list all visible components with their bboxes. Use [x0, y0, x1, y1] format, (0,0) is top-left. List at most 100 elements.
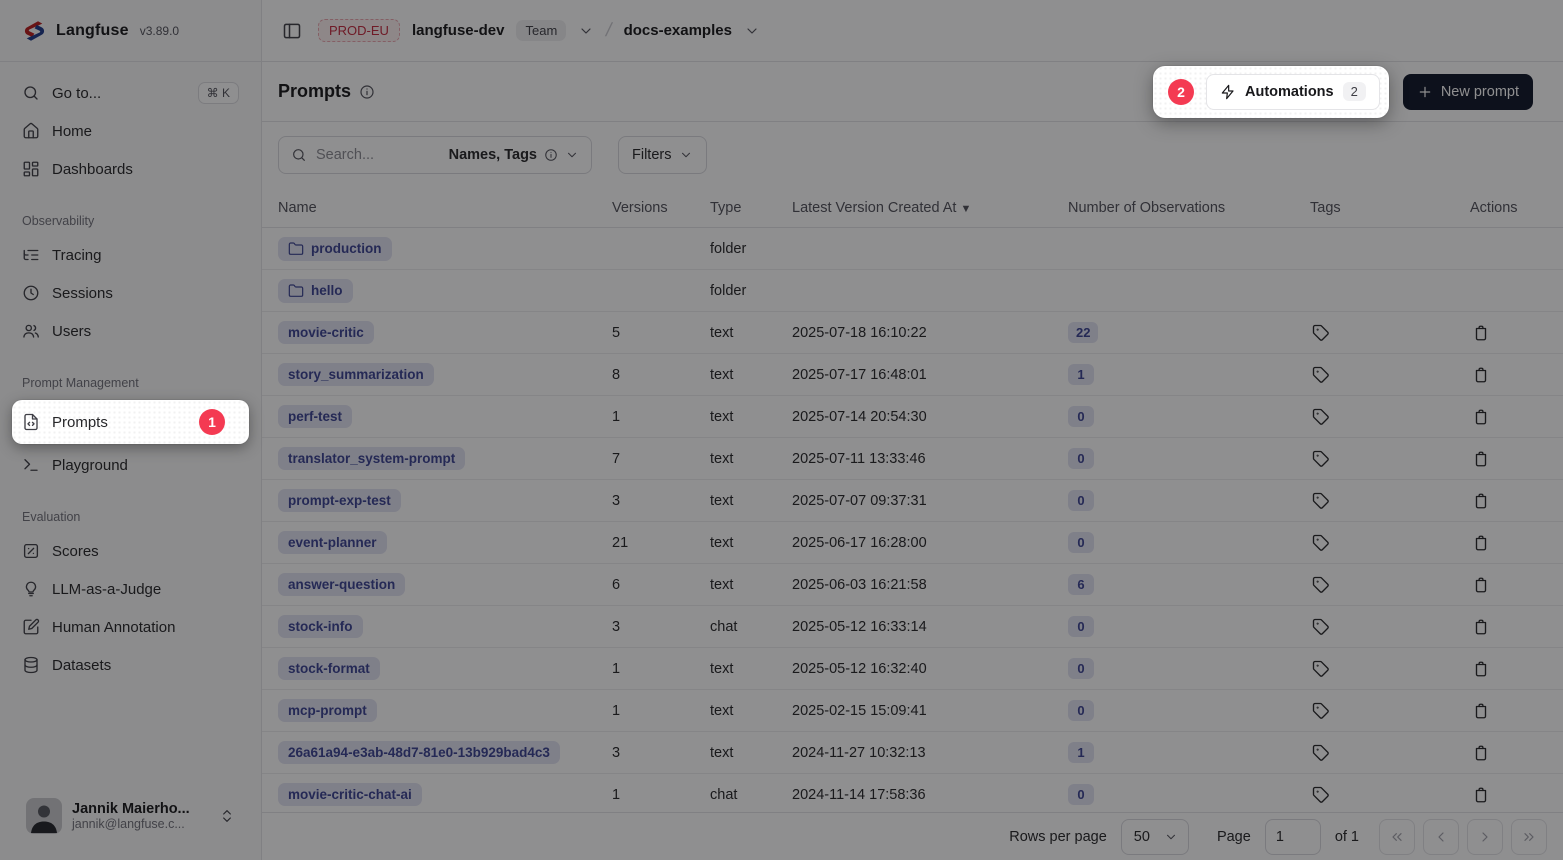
prompt-name-badge[interactable]: stock-format [278, 657, 380, 680]
next-page-button[interactable] [1467, 819, 1503, 855]
prompt-name-badge[interactable]: production [278, 237, 392, 261]
search-input[interactable] [316, 147, 440, 163]
table-row[interactable]: event-planner 21 text 2025-06-17 16:28:0… [262, 522, 1563, 564]
observations-count-badge[interactable]: 0 [1068, 658, 1094, 679]
table-row[interactable]: prompt-exp-test 3 text 2025-07-07 09:37:… [262, 480, 1563, 522]
observations-count-badge[interactable]: 0 [1068, 700, 1094, 721]
column-header-type[interactable]: Type [702, 200, 784, 216]
org-chevron-down-icon[interactable] [578, 23, 594, 39]
page-number-input[interactable] [1265, 819, 1321, 855]
table-row[interactable]: perf-test 1 text 2025-07-14 20:54:30 0 [262, 396, 1563, 438]
table-row[interactable]: translator_system-prompt 7 text 2025-07-… [262, 438, 1563, 480]
column-header-observations[interactable]: Number of Observations [1060, 200, 1302, 216]
add-tag-button[interactable] [1310, 532, 1332, 554]
delete-prompt-button[interactable] [1470, 700, 1492, 722]
observations-count-badge[interactable]: 1 [1068, 364, 1094, 385]
sidebar-item-prompts[interactable]: Prompts 1 [12, 400, 249, 444]
prompt-name-badge[interactable]: event-planner [278, 531, 387, 554]
delete-prompt-button[interactable] [1470, 742, 1492, 764]
add-tag-button[interactable] [1310, 406, 1332, 428]
sidebar-item-datasets[interactable]: Datasets [12, 646, 249, 684]
delete-prompt-button[interactable] [1470, 658, 1492, 680]
column-header-versions[interactable]: Versions [604, 200, 702, 216]
add-tag-button[interactable] [1310, 448, 1332, 470]
observations-count-badge[interactable]: 0 [1068, 784, 1094, 805]
table-row[interactable]: movie-critic-chat-ai 1 chat 2024-11-14 1… [262, 774, 1563, 812]
add-tag-button[interactable] [1310, 700, 1332, 722]
table-row[interactable]: stock-format 1 text 2025-05-12 16:32:40 … [262, 648, 1563, 690]
add-tag-button[interactable] [1310, 784, 1332, 806]
sidebar-item-dashboards[interactable]: Dashboards [12, 150, 249, 188]
prompt-name-badge[interactable]: hello [278, 279, 353, 303]
previous-page-button[interactable] [1423, 819, 1459, 855]
new-prompt-button[interactable]: New prompt [1403, 74, 1533, 110]
sidebar-item-playground[interactable]: Playground [12, 446, 249, 484]
first-page-button[interactable] [1379, 819, 1415, 855]
prompt-name-badge[interactable]: perf-test [278, 405, 352, 428]
add-tag-button[interactable] [1310, 742, 1332, 764]
observations-count-badge[interactable]: 1 [1068, 742, 1094, 763]
column-header-name[interactable]: Name [270, 200, 604, 216]
add-tag-button[interactable] [1310, 364, 1332, 386]
delete-prompt-button[interactable] [1470, 322, 1492, 344]
prompt-name-badge[interactable]: mcp-prompt [278, 699, 377, 722]
sidebar-item-scores[interactable]: Scores [12, 532, 249, 570]
table-row[interactable]: mcp-prompt 1 text 2025-02-15 15:09:41 0 [262, 690, 1563, 732]
table-row[interactable]: story_summarization 8 text 2025-07-17 16… [262, 354, 1563, 396]
observations-count-badge[interactable]: 6 [1068, 574, 1094, 595]
sidebar-item-sessions[interactable]: Sessions [12, 274, 249, 312]
add-tag-button[interactable] [1310, 490, 1332, 512]
delete-prompt-button[interactable] [1470, 532, 1492, 554]
table-row[interactable]: 26a61a94-e3ab-48d7-81e0-13b929bad4c3 3 t… [262, 732, 1563, 774]
sidebar-item-llm-judge[interactable]: LLM-as-a-Judge [12, 570, 249, 608]
add-tag-button[interactable] [1310, 658, 1332, 680]
search-scope-select[interactable]: Names, Tags [449, 147, 579, 163]
observations-count-badge[interactable]: 0 [1068, 616, 1094, 637]
prompt-name-badge[interactable]: answer-question [278, 573, 405, 596]
sidebar-item-goto[interactable]: Go to... ⌘ K [12, 74, 249, 112]
observations-count-badge[interactable]: 0 [1068, 490, 1094, 511]
automations-button[interactable]: Automations 2 [1206, 74, 1380, 110]
column-header-created[interactable]: Latest Version Created At ▼ [784, 200, 1060, 216]
add-tag-button[interactable] [1310, 574, 1332, 596]
add-tag-button[interactable] [1310, 616, 1332, 638]
sidebar-toggle-button[interactable] [278, 17, 306, 45]
delete-prompt-button[interactable] [1470, 616, 1492, 638]
prompt-name-badge[interactable]: 26a61a94-e3ab-48d7-81e0-13b929bad4c3 [278, 741, 560, 764]
delete-prompt-button[interactable] [1470, 574, 1492, 596]
sidebar-item-tracing[interactable]: Tracing [12, 236, 249, 274]
user-menu[interactable]: Jannik Maierho... jannik@langfuse.c... [12, 786, 249, 848]
table-row[interactable]: production folder [262, 228, 1563, 270]
breadcrumb-org[interactable]: langfuse-dev [412, 22, 505, 39]
prompt-name-badge[interactable]: prompt-exp-test [278, 489, 401, 512]
table-row[interactable]: answer-question 6 text 2025-06-03 16:21:… [262, 564, 1563, 606]
last-page-button[interactable] [1511, 819, 1547, 855]
prompt-name-badge[interactable]: translator_system-prompt [278, 447, 465, 470]
table-row[interactable]: movie-critic 5 text 2025-07-18 16:10:22 … [262, 312, 1563, 354]
delete-prompt-button[interactable] [1470, 784, 1492, 806]
add-tag-button[interactable] [1310, 322, 1332, 344]
observations-count-badge[interactable]: 0 [1068, 448, 1094, 469]
delete-prompt-button[interactable] [1470, 406, 1492, 428]
project-chevron-down-icon[interactable] [744, 23, 760, 39]
observations-count-badge[interactable]: 22 [1068, 322, 1098, 343]
sidebar-item-users[interactable]: Users [12, 312, 249, 350]
sidebar-item-human-annotation[interactable]: Human Annotation [12, 608, 249, 646]
prompt-name-badge[interactable]: movie-critic [278, 321, 374, 344]
observations-count-badge[interactable]: 0 [1068, 406, 1094, 427]
prompt-name-badge[interactable]: movie-critic-chat-ai [278, 783, 422, 806]
rows-per-page-select[interactable]: 50 [1121, 819, 1189, 855]
breadcrumb-project[interactable]: docs-examples [624, 22, 732, 39]
filters-button[interactable]: Filters [618, 136, 707, 174]
delete-prompt-button[interactable] [1470, 364, 1492, 386]
prompt-name-badge[interactable]: story_summarization [278, 363, 434, 386]
sidebar-item-home[interactable]: Home [12, 112, 249, 150]
delete-prompt-button[interactable] [1470, 490, 1492, 512]
table-row[interactable]: hello folder [262, 270, 1563, 312]
observations-count-badge[interactable]: 0 [1068, 532, 1094, 553]
delete-prompt-button[interactable] [1470, 448, 1492, 470]
prompt-name-badge[interactable]: stock-info [278, 615, 363, 638]
column-header-tags[interactable]: Tags [1302, 200, 1462, 216]
table-row[interactable]: stock-info 3 chat 2025-05-12 16:33:14 0 [262, 606, 1563, 648]
info-icon[interactable] [359, 84, 375, 100]
